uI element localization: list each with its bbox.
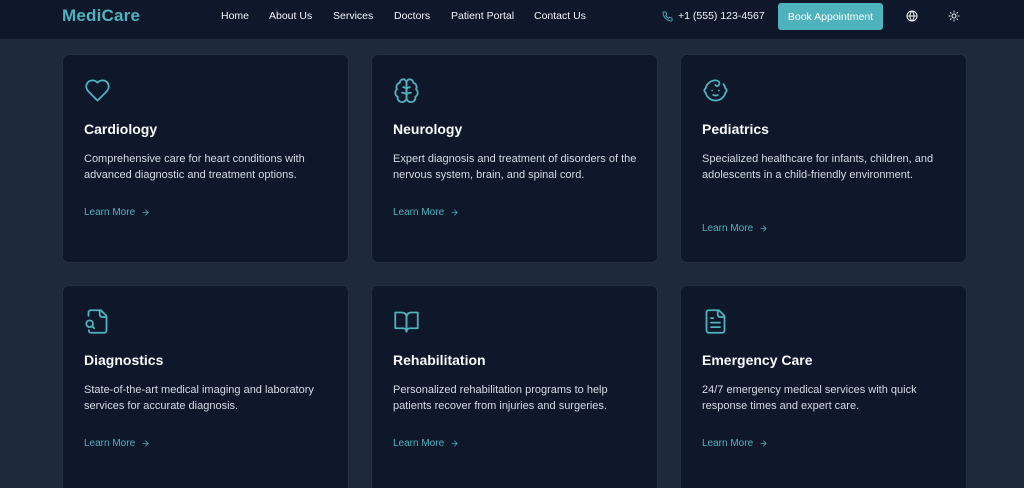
learn-more-label: Learn More bbox=[84, 207, 136, 218]
learn-more-label: Learn More bbox=[393, 207, 445, 218]
baby-icon bbox=[703, 79, 728, 102]
phone-number: +1 (555) 123-4567 bbox=[678, 10, 765, 22]
nav-link-about[interactable]: About Us bbox=[269, 10, 312, 22]
globe-icon bbox=[906, 10, 918, 22]
language-button[interactable] bbox=[905, 9, 919, 23]
file-search-icon bbox=[85, 309, 108, 334]
brain-icon bbox=[394, 78, 419, 103]
learn-more-link[interactable]: Learn More bbox=[702, 223, 768, 234]
service-card-neurology: Neurology Expert diagnosis and treatment… bbox=[371, 54, 658, 263]
theme-toggle-button[interactable] bbox=[947, 9, 961, 23]
nav-link-services[interactable]: Services bbox=[333, 10, 373, 22]
service-card-pediatrics: Pediatrics Specialized healthcare for in… bbox=[680, 54, 967, 263]
phone-icon bbox=[662, 10, 673, 21]
sun-icon bbox=[948, 10, 960, 22]
service-card-emergency-care: Emergency Care 24/7 emergency medical se… bbox=[680, 285, 967, 488]
book-open-icon bbox=[394, 311, 419, 333]
nav-link-doctors[interactable]: Doctors bbox=[394, 10, 430, 22]
learn-more-link[interactable]: Learn More bbox=[393, 207, 459, 218]
card-description: Personalized rehabilitation programs to … bbox=[393, 384, 608, 412]
learn-more-label: Learn More bbox=[702, 223, 754, 234]
learn-more-link[interactable]: Learn More bbox=[84, 438, 150, 449]
service-card-diagnostics: Diagnostics State-of-the-art medical ima… bbox=[62, 285, 349, 488]
book-appointment-button[interactable]: Book Appointment bbox=[778, 3, 883, 30]
brand-logo[interactable]: MediCare bbox=[62, 6, 140, 26]
file-text-icon bbox=[705, 309, 726, 334]
card-description: Expert diagnosis and treatment of disord… bbox=[393, 153, 637, 181]
card-description: 24/7 emergency medical services with qui… bbox=[702, 384, 917, 412]
service-card-cardiology: Cardiology Comprehensive care for heart … bbox=[62, 54, 349, 263]
card-title: Neurology bbox=[393, 121, 463, 137]
learn-more-label: Learn More bbox=[702, 438, 754, 449]
phone-contact[interactable]: +1 (555) 123-4567 bbox=[662, 10, 765, 22]
learn-more-label: Learn More bbox=[84, 438, 136, 449]
learn-more-link[interactable]: Learn More bbox=[84, 207, 150, 218]
learn-more-link[interactable]: Learn More bbox=[702, 438, 768, 449]
heart-icon bbox=[85, 79, 110, 102]
service-card-rehabilitation: Rehabilitation Personalized rehabilitati… bbox=[371, 285, 658, 488]
arrow-right-icon bbox=[142, 440, 149, 447]
card-title: Cardiology bbox=[84, 121, 158, 137]
arrow-right-icon bbox=[451, 209, 458, 216]
card-title: Rehabilitation bbox=[393, 352, 486, 368]
card-title: Pediatrics bbox=[702, 121, 769, 137]
card-description: Specialized healthcare for infants, chil… bbox=[702, 153, 934, 181]
arrow-right-icon bbox=[760, 225, 767, 232]
arrow-right-icon bbox=[451, 440, 458, 447]
learn-more-link[interactable]: Learn More bbox=[393, 438, 459, 449]
nav-link-contact[interactable]: Contact Us bbox=[534, 10, 586, 22]
nav-link-patient-portal[interactable]: Patient Portal bbox=[451, 10, 514, 22]
arrow-right-icon bbox=[760, 440, 767, 447]
learn-more-label: Learn More bbox=[393, 438, 445, 449]
card-description: State-of-the-art medical imaging and lab… bbox=[84, 384, 314, 412]
card-title: Emergency Care bbox=[702, 352, 813, 368]
card-title: Diagnostics bbox=[84, 352, 164, 368]
arrow-right-icon bbox=[142, 209, 149, 216]
nav-link-home[interactable]: Home bbox=[221, 10, 249, 22]
card-description: Comprehensive care for heart conditions … bbox=[84, 153, 305, 181]
top-navbar: MediCare Home About Us Services Doctors … bbox=[0, 0, 1024, 40]
